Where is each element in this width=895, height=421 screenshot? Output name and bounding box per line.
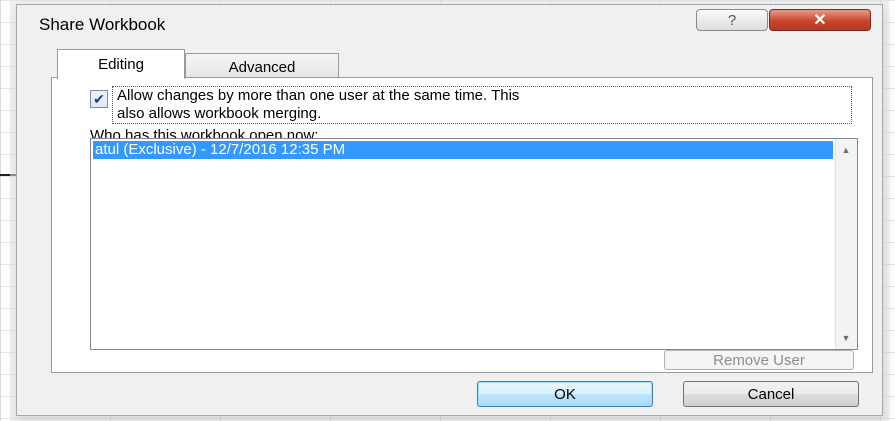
remove-user-label: Remove User [713, 351, 805, 369]
editing-panel: ✔ Allow changes by more than one user at… [51, 77, 873, 373]
tab-editing-label: Editing [98, 56, 144, 73]
share-workbook-dialog: Share Workbook ? ✕ Editing Advanced ✔ Al… [16, 4, 883, 416]
list-item[interactable]: atul (Exclusive) - 12/7/2016 12:35 PM [93, 141, 833, 159]
ok-button[interactable]: OK [477, 381, 653, 407]
tab-editing[interactable]: Editing [57, 49, 185, 79]
cancel-button[interactable]: Cancel [683, 381, 859, 407]
ok-label: OK [554, 385, 576, 403]
user-list[interactable]: atul (Exclusive) - 12/7/2016 12:35 PM ▲ … [90, 138, 858, 350]
title-bar: Share Workbook ? ✕ [17, 5, 882, 45]
cancel-label: Cancel [747, 385, 795, 403]
list-scrollbar[interactable]: ▲ ▼ [835, 139, 857, 349]
remove-user-button[interactable]: Remove User [664, 350, 854, 370]
allow-changes-label[interactable]: Allow changes by more than one user at t… [112, 86, 852, 124]
allow-changes-label-line2: also allows workbook merging. [117, 105, 322, 122]
close-button[interactable]: ✕ [769, 9, 871, 31]
close-icon: ✕ [813, 12, 827, 29]
chevron-up-icon[interactable]: ▲ [839, 145, 853, 155]
chevron-down-icon[interactable]: ▼ [839, 333, 853, 343]
tab-advanced-label: Advanced [228, 59, 296, 76]
allow-changes-label-line1: Allow changes by more than one user at t… [117, 87, 520, 104]
help-icon: ? [727, 11, 737, 29]
help-button[interactable]: ? [696, 9, 768, 31]
checkmark-icon: ✔ [93, 91, 105, 107]
dialog-title: Share Workbook [39, 15, 166, 34]
allow-changes-checkbox[interactable]: ✔ [90, 90, 108, 108]
